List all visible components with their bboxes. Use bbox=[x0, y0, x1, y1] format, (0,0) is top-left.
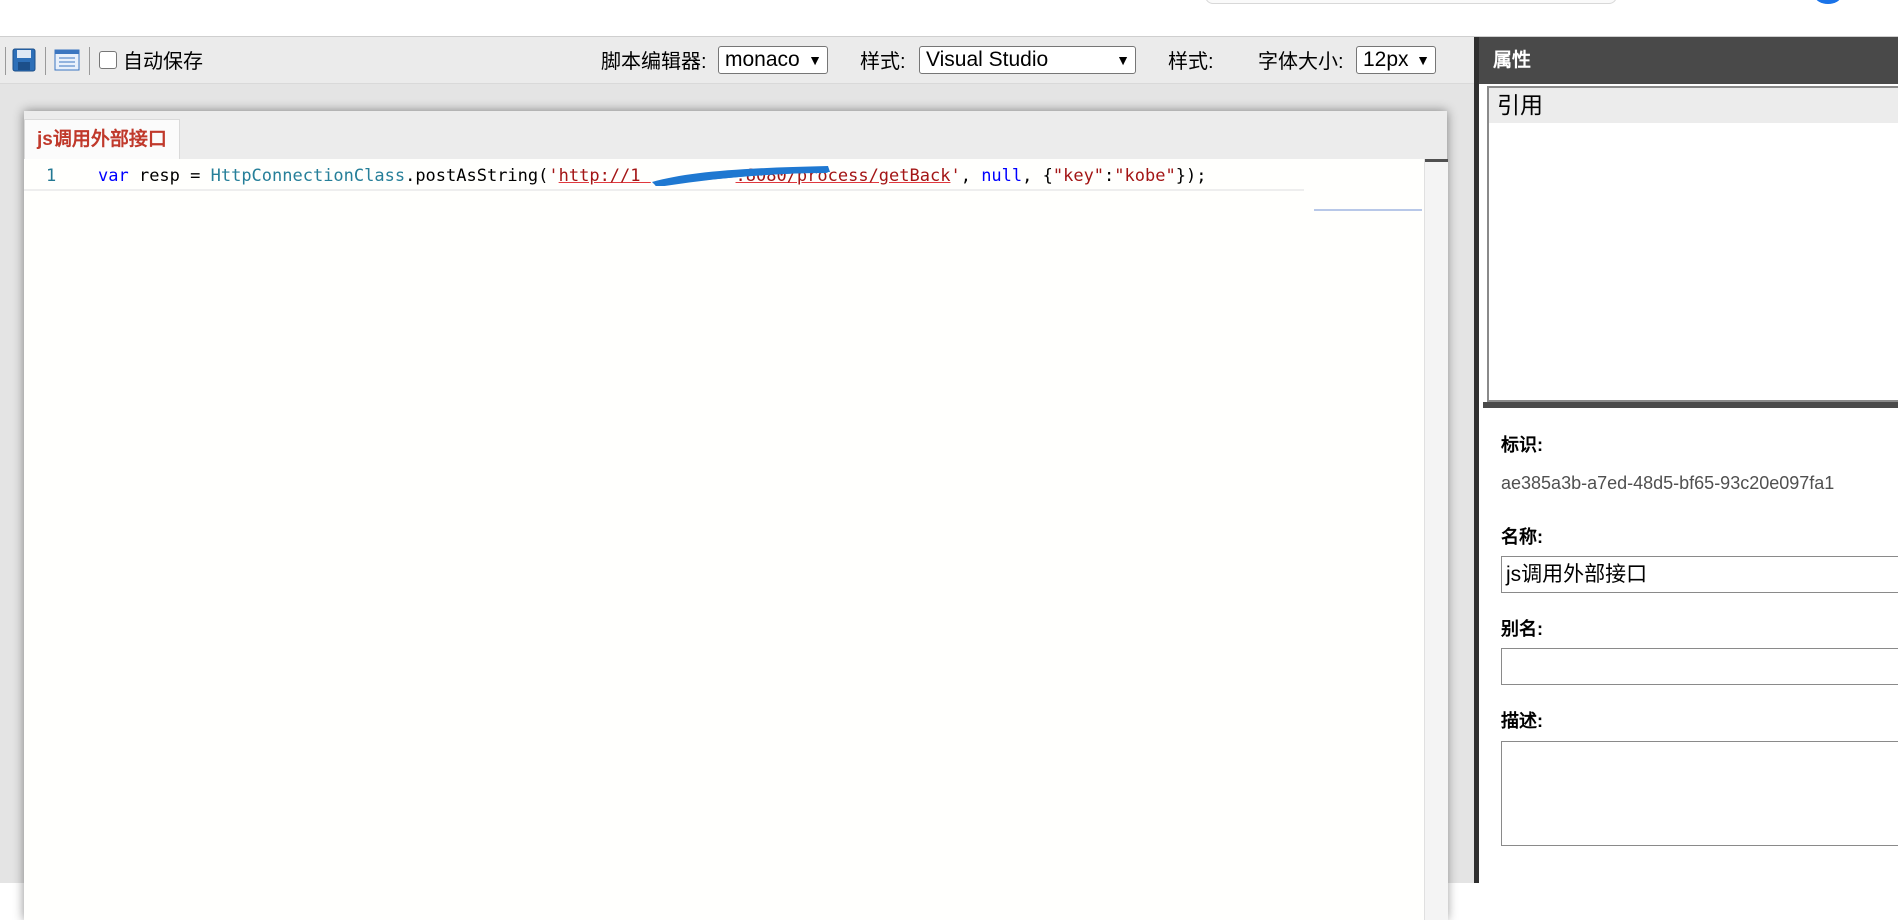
style-label-2: 样式: bbox=[1168, 51, 1214, 73]
method-token: .postAsString( bbox=[405, 166, 549, 186]
object-open-token: , { bbox=[1022, 166, 1053, 186]
key-token: "key" bbox=[1052, 166, 1105, 186]
id-label: 标识: bbox=[1501, 435, 1543, 455]
quote-open-token: ' bbox=[548, 166, 559, 186]
font-size-value: 12px bbox=[1363, 48, 1409, 71]
alias-label: 别名: bbox=[1501, 619, 1543, 639]
name-label: 名称: bbox=[1501, 527, 1543, 547]
alias-field[interactable] bbox=[1501, 648, 1898, 685]
minimap-preview bbox=[1314, 209, 1422, 211]
properties-divider bbox=[1483, 402, 1898, 408]
references-box: 引用 bbox=[1487, 86, 1898, 402]
script-editor-panel: js调用外部接口 1 var resp = HttpConnectionClas… bbox=[24, 111, 1448, 920]
editor-scrollbar[interactable] bbox=[1424, 159, 1448, 920]
style-label: 样式: bbox=[860, 51, 906, 73]
toolbar-separator bbox=[45, 47, 46, 75]
value-token: "kobe" bbox=[1114, 166, 1176, 186]
description-textarea[interactable] bbox=[1501, 741, 1898, 846]
line-number: 1 bbox=[46, 166, 57, 186]
browser-top-strip bbox=[0, 0, 1898, 37]
chevron-down-icon: ▼ bbox=[808, 52, 822, 68]
save-icon[interactable] bbox=[12, 48, 36, 72]
user-avatar[interactable] bbox=[1815, 0, 1841, 4]
redaction-scribble bbox=[652, 166, 830, 186]
list-window-icon[interactable] bbox=[54, 48, 80, 72]
toolbar-separator bbox=[89, 47, 90, 75]
browser-search-box[interactable] bbox=[1205, 0, 1617, 4]
scrollbar-indicator bbox=[1425, 159, 1448, 162]
script-editor-select[interactable]: monaco ▼ bbox=[718, 46, 828, 74]
null-token: null bbox=[981, 166, 1023, 186]
chevron-down-icon: ▼ bbox=[1416, 52, 1430, 68]
style-select[interactable]: Visual Studio ▼ bbox=[919, 46, 1136, 74]
code-line[interactable]: 1 var resp = HttpConnectionClass.postAsS… bbox=[24, 163, 1304, 191]
code-editor[interactable]: 1 var resp = HttpConnectionClass.postAsS… bbox=[24, 159, 1424, 920]
editor-workspace: 自动保存 脚本编辑器: monaco ▼ 样式: Visual Studio ▼… bbox=[0, 37, 1474, 920]
autosave-checkbox[interactable] bbox=[99, 51, 117, 69]
class-token: HttpConnectionClass bbox=[210, 166, 406, 186]
font-size-label: 字体大小: bbox=[1258, 51, 1344, 73]
font-size-select[interactable]: 12px ▼ bbox=[1356, 46, 1436, 74]
keyword-token: var bbox=[98, 166, 129, 186]
name-field[interactable]: js调用外部接口 bbox=[1501, 556, 1898, 593]
identifier-token: resp = bbox=[128, 166, 211, 186]
id-value: ae385a3b-a7ed-48d5-bf65-93c20e097fa1 bbox=[1501, 473, 1835, 493]
comma-token: , bbox=[960, 166, 982, 186]
colon-token: : bbox=[1104, 166, 1115, 186]
properties-panel: 属性 引用 标识: ae385a3b-a7ed-48d5-bf65-93c20e… bbox=[1479, 37, 1898, 883]
style-value: Visual Studio bbox=[926, 48, 1049, 71]
object-close-token: }); bbox=[1175, 166, 1207, 186]
script-editor-label: 脚本编辑器: bbox=[601, 51, 707, 73]
editor-toolbar: 自动保存 脚本编辑器: monaco ▼ 样式: Visual Studio ▼… bbox=[0, 37, 1474, 84]
tab-js-external-call[interactable]: js调用外部接口 bbox=[24, 119, 180, 159]
editor-tab-strip: js调用外部接口 bbox=[24, 111, 1447, 160]
references-title: 引用 bbox=[1489, 88, 1898, 123]
url-prefix-token: http://1 bbox=[558, 166, 641, 186]
autosave-label: 自动保存 bbox=[123, 51, 203, 73]
quote-close-token: ' bbox=[950, 166, 961, 186]
chevron-down-icon: ▼ bbox=[1116, 52, 1130, 68]
properties-header: 属性 bbox=[1479, 37, 1898, 84]
toolbar-separator bbox=[5, 47, 6, 75]
script-editor-value: monaco bbox=[725, 48, 800, 71]
description-label: 描述: bbox=[1501, 711, 1543, 731]
